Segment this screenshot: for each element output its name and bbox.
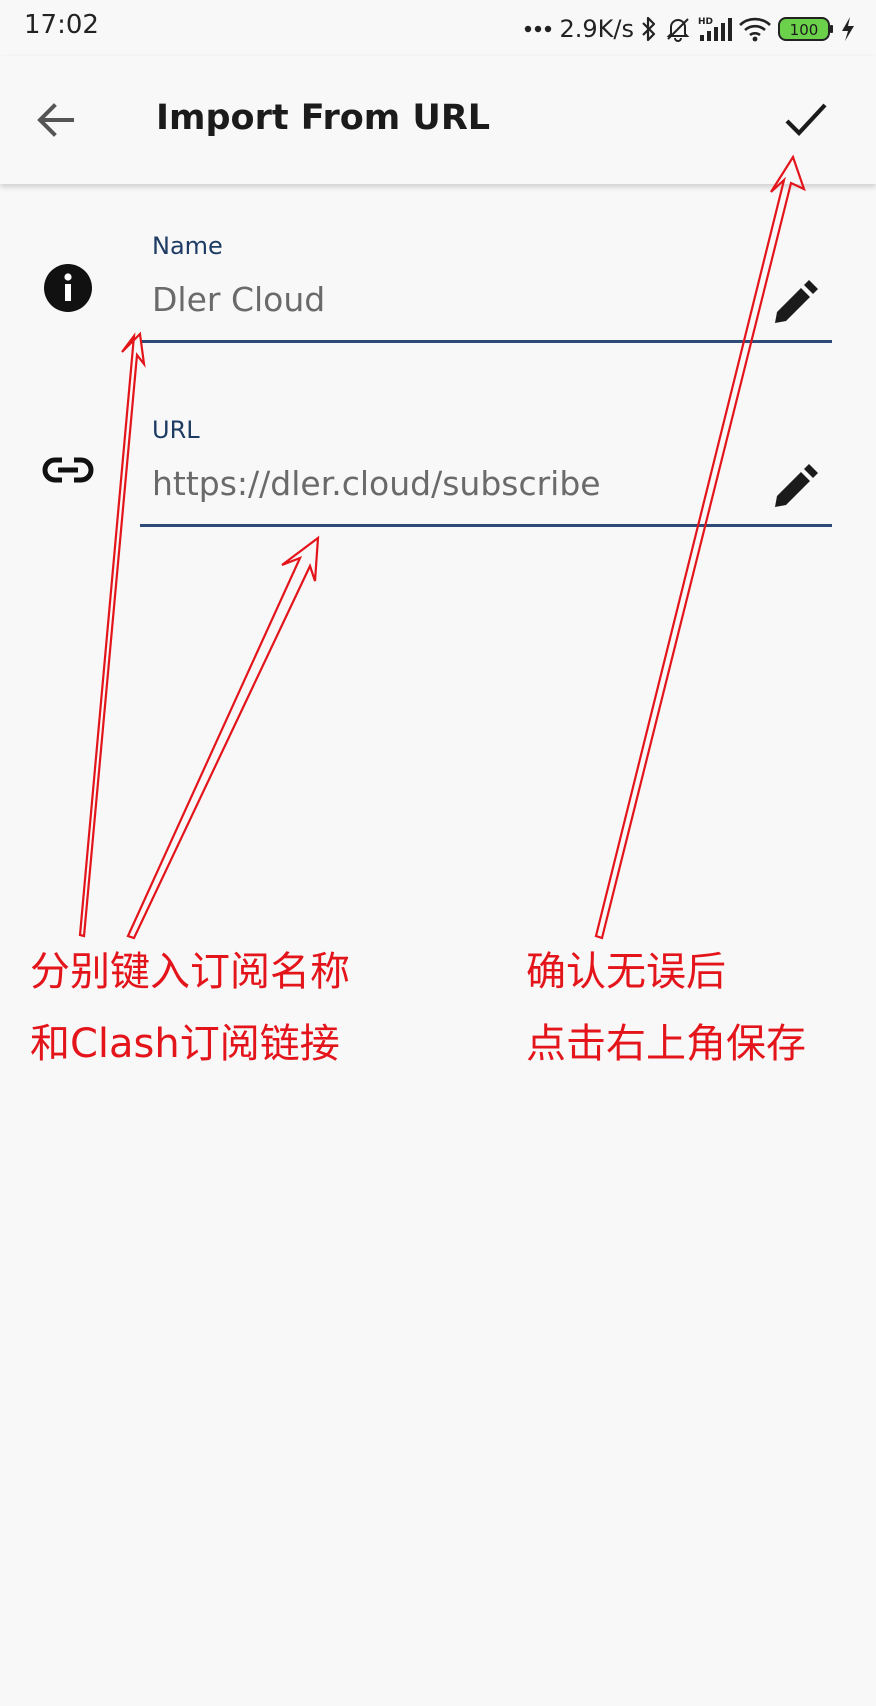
- net-speed: 2.9K/s: [559, 15, 635, 43]
- charging-icon: [840, 16, 856, 42]
- pencil-icon: [775, 464, 818, 507]
- save-button[interactable]: [778, 92, 834, 148]
- status-time: 17:02: [24, 10, 99, 40]
- right-annotation: 确认无误后 点击右上角保存: [526, 936, 806, 1080]
- edit-name-button[interactable]: [768, 278, 820, 330]
- name-underline: [140, 340, 832, 343]
- app-bar: Import From URL: [0, 56, 876, 184]
- arrow-to-url-field: [126, 535, 320, 940]
- status-icons: 2.9K/s HD 100: [524, 12, 857, 46]
- left-annotation: 分别键入订阅名称 和Clash订阅链接: [30, 936, 350, 1080]
- left-annotation-line1: 分别键入订阅名称: [30, 949, 350, 995]
- svg-text:HD: HD: [698, 17, 713, 27]
- battery-level: 100: [790, 21, 819, 39]
- name-input[interactable]: Dler Cloud: [152, 280, 325, 319]
- arrow-back-icon: [37, 103, 74, 137]
- back-button[interactable]: [30, 94, 82, 146]
- wifi-icon: [738, 16, 772, 42]
- bell-muted-icon: [664, 15, 692, 43]
- right-annotation-line2: 点击右上角保存: [526, 1021, 806, 1067]
- more-dots-icon: [524, 24, 554, 34]
- info-icon: [44, 264, 92, 312]
- status-bar: 17:02 2.9K/s HD 100: [0, 0, 876, 56]
- url-label: URL: [152, 416, 200, 444]
- url-field: URL https://dler.cloud/subscribe: [0, 368, 876, 548]
- pencil-icon: [775, 280, 818, 323]
- battery-icon: 100: [778, 16, 834, 42]
- page-title: Import From URL: [156, 98, 491, 138]
- url-underline: [140, 524, 832, 527]
- name-field: Name Dler Cloud: [0, 184, 876, 364]
- right-annotation-line1: 确认无误后: [526, 949, 726, 995]
- check-icon: [785, 103, 827, 137]
- url-input[interactable]: https://dler.cloud/subscribe: [152, 464, 601, 503]
- link-icon: [42, 457, 94, 483]
- name-label: Name: [152, 232, 223, 260]
- hd-signal-icon: HD: [698, 15, 732, 43]
- bluetooth-icon: [640, 16, 658, 42]
- edit-url-button[interactable]: [768, 462, 820, 514]
- left-annotation-line2: 和Clash订阅链接: [30, 1021, 340, 1067]
